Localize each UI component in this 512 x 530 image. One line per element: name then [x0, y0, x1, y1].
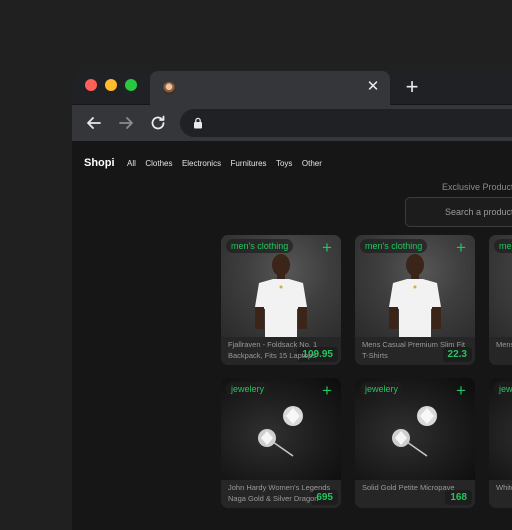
category-badge: jewelery: [360, 382, 404, 396]
category-badge: jewelery: [494, 382, 512, 396]
category-badge: men's clothing: [226, 239, 294, 253]
product-title: John Hardy Women's Legends Naga Gold & S…: [228, 483, 331, 505]
product-card[interactable]: men's clothing + 22.3 Mens Casual Premiu…: [355, 235, 475, 365]
address-bar[interactable]: [180, 109, 512, 137]
search-input[interactable]: [406, 198, 512, 226]
product-card[interactable]: jewelery + 168 Solid Gold Petite Micropa…: [355, 378, 475, 508]
nav-all[interactable]: All: [127, 159, 136, 168]
category-badge: men's clothing: [360, 239, 428, 253]
product-card[interactable]: men's clothing Mens Cotton Jacket: [489, 235, 512, 365]
lock-icon: [194, 117, 202, 129]
minimize-window-button[interactable]: [105, 79, 117, 91]
search-box: [405, 197, 512, 227]
brand-logo[interactable]: Shopi: [84, 157, 115, 169]
page-content: Shopi All Clothes Electronics Furnitures…: [72, 141, 512, 530]
nav-toys[interactable]: Toys: [276, 159, 292, 168]
product-title: White Gold Plated Princess: [496, 483, 512, 492]
new-tab-button[interactable]: +: [400, 75, 424, 99]
maximize-window-button[interactable]: [125, 79, 137, 91]
close-tab-icon[interactable]: ✕: [364, 78, 382, 96]
add-to-cart-plus-icon[interactable]: +: [453, 382, 469, 399]
product-title: Mens Cotton Jacket: [496, 340, 512, 349]
browser-tab[interactable]: ✕: [150, 71, 390, 105]
close-window-button[interactable]: [85, 79, 97, 91]
nav-electronics[interactable]: Electronics: [182, 159, 221, 168]
add-to-cart-plus-icon[interactable]: +: [453, 239, 469, 256]
back-button[interactable]: [81, 110, 107, 136]
category-badge: jewelery: [226, 382, 270, 396]
tab-bar: ✕ +: [72, 70, 512, 105]
nav-clothes[interactable]: Clothes: [145, 159, 172, 168]
add-to-cart-plus-icon[interactable]: +: [319, 382, 335, 399]
avatar-icon: [163, 82, 175, 94]
reload-button[interactable]: [145, 110, 171, 136]
browser-window: ✕ + Shopi All Clothes Electronics Furnit…: [72, 70, 512, 530]
forward-button[interactable]: [113, 110, 139, 136]
product-title: Fjallraven - Foldsack No. 1 Backpack, Fi…: [228, 340, 318, 360]
product-title: Mens Casual Premium Slim Fit T-Shirts: [362, 340, 465, 360]
site-navbar: Shopi All Clothes Electronics Furnitures…: [84, 153, 327, 169]
reload-icon: [151, 115, 165, 130]
page-heading: Exclusive Products: [442, 182, 512, 192]
product-card[interactable]: jewelery + 695 John Hardy Women's Legend…: [221, 378, 341, 508]
product-card[interactable]: men's clothing + 109.95 Fjallraven - Fol…: [221, 235, 341, 365]
product-title: Solid Gold Petite Micropave: [362, 483, 455, 492]
product-card[interactable]: jewelery White Gold Plated Princess: [489, 378, 512, 508]
category-badge: men's clothing: [494, 239, 512, 253]
nav-furnitures[interactable]: Furnitures: [231, 159, 267, 168]
arrow-left-icon: [87, 117, 101, 129]
browser-toolbar: [72, 105, 512, 141]
arrow-right-icon: [119, 117, 133, 129]
nav-other[interactable]: Other: [302, 159, 322, 168]
add-to-cart-plus-icon[interactable]: +: [319, 239, 335, 256]
